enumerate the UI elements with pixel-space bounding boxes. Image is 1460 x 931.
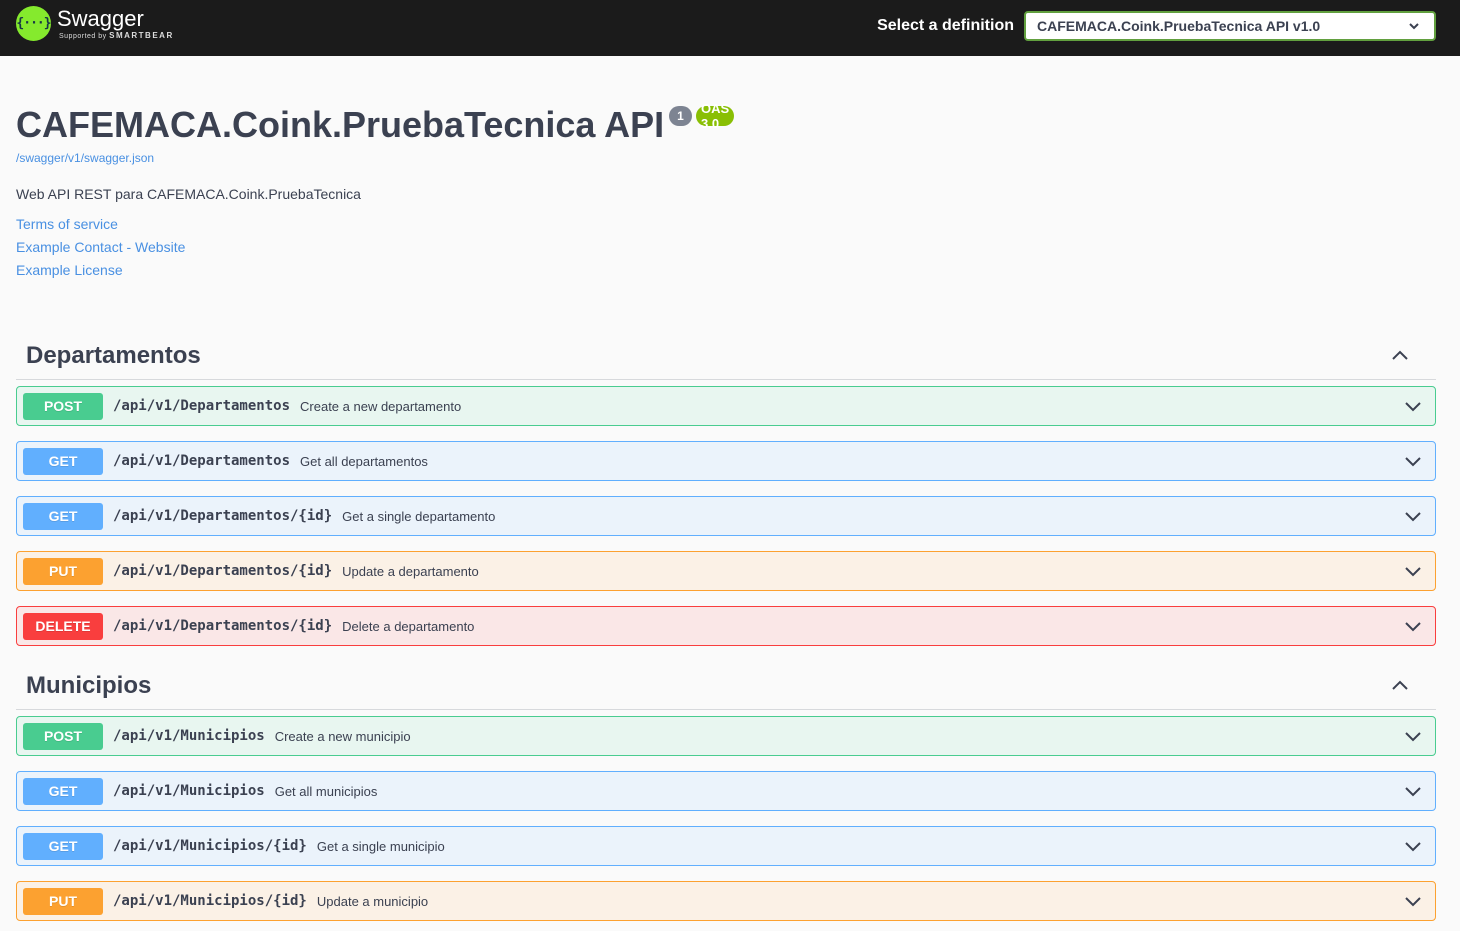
chevron-down-icon[interactable] [1403, 396, 1423, 416]
method-badge: PUT [23, 887, 103, 915]
logo-sub: Supported by SMARTBEAR [59, 31, 174, 40]
operation-path: /api/v1/Departamentos/{id} [113, 618, 333, 634]
chevron-down-icon[interactable] [1403, 616, 1423, 636]
operation-path: /api/v1/Municipios/{id} [113, 838, 307, 854]
chevron-up-icon[interactable] [1390, 676, 1410, 696]
swagger-logo-icon: {···} [16, 6, 52, 41]
operation-post-departamentos[interactable]: POST /api/v1/Departamentos Create a new … [16, 386, 1436, 426]
logo-sub-prefix: Supported by [59, 33, 107, 40]
chevron-down-icon[interactable] [1403, 836, 1423, 856]
operation-summary: Update a municipio [316, 893, 429, 909]
definition-select-value: CAFEMACA.Coink.PruebaTecnica API v1.0 [1037, 18, 1321, 34]
tag-municipios[interactable]: Municipios [16, 668, 1436, 710]
tag-title: Departamentos [26, 342, 201, 369]
operation-post-municipios[interactable]: POST /api/v1/Municipios Create a new mun… [16, 716, 1436, 756]
method-badge: PUT [23, 557, 103, 585]
chevron-down-icon[interactable] [1403, 891, 1423, 911]
method-badge: GET [23, 777, 103, 805]
chevron-down-icon[interactable] [1403, 726, 1423, 746]
api-description: Web API REST para CAFEMACA.Coink.PruebaT… [16, 186, 361, 202]
operation-summary: Delete a departamento [342, 618, 475, 634]
chevron-up-icon[interactable] [1390, 346, 1410, 366]
operation-summary: Get all departamentos [300, 453, 428, 469]
method-badge: POST [23, 722, 103, 750]
operation-get-municipios[interactable]: GET /api/v1/Municipios Get all municipio… [16, 771, 1436, 811]
logo-sub-brand: SMARTBEAR [109, 31, 174, 40]
spec-url-link[interactable]: /swagger/v1/swagger.json [16, 151, 154, 165]
method-badge: GET [23, 832, 103, 860]
operation-get-departamento-by-id[interactable]: GET /api/v1/Departamentos/{id} Get a sin… [16, 496, 1436, 536]
operation-path: /api/v1/Municipios/{id} [113, 893, 307, 909]
api-title: CAFEMACA.Coink.PruebaTecnica API [16, 104, 665, 145]
operation-delete-departamento[interactable]: DELETE /api/v1/Departamentos/{id} Delete… [16, 606, 1436, 646]
method-badge: DELETE [23, 612, 103, 640]
method-badge: GET [23, 502, 103, 530]
chevron-down-icon[interactable] [1403, 781, 1423, 801]
contact-website-link[interactable]: Example Contact - Website [16, 239, 185, 255]
chevron-down-icon[interactable] [1403, 561, 1423, 581]
operation-get-municipio-by-id[interactable]: GET /api/v1/Municipios/{id} Get a single… [16, 826, 1436, 866]
operation-get-departamentos[interactable]: GET /api/v1/Departamentos Get all depart… [16, 441, 1436, 481]
operation-summary: Update a departamento [342, 563, 479, 579]
chevron-down-icon[interactable] [1403, 451, 1423, 471]
topbar: {···} Swagger Supported by SMARTBEAR Sel… [0, 0, 1460, 56]
tag-title: Municipios [26, 672, 152, 699]
operation-put-departamento[interactable]: PUT /api/v1/Departamentos/{id} Update a … [16, 551, 1436, 591]
method-badge: POST [23, 392, 103, 420]
method-badge: GET [23, 447, 103, 475]
operation-path: /api/v1/Departamentos [113, 453, 291, 469]
chevron-down-icon[interactable] [1403, 506, 1423, 526]
version-badge: 1 [669, 106, 692, 126]
license-link[interactable]: Example License [16, 262, 123, 278]
swagger-logo[interactable]: {···} Swagger Supported by SMARTBEAR [16, 6, 174, 41]
operation-path: /api/v1/Departamentos [113, 398, 291, 414]
operation-path: /api/v1/Departamentos/{id} [113, 508, 333, 524]
operation-summary: Get a single municipio [316, 838, 445, 854]
oas-badge: OAS 3.0 [696, 101, 735, 131]
terms-of-service-link[interactable]: Terms of service [16, 216, 118, 232]
chevron-down-icon [1409, 23, 1419, 30]
select-definition-label: Select a definition [877, 17, 1014, 34]
definition-select[interactable]: CAFEMACA.Coink.PruebaTecnica API v1.0 [1024, 11, 1436, 41]
operation-summary: Get all municipios [274, 783, 378, 799]
operation-summary: Get a single departamento [342, 508, 496, 524]
operation-summary: Create a new municipio [274, 728, 411, 744]
operation-path: /api/v1/Municipios [113, 728, 265, 744]
tag-departamentos[interactable]: Departamentos [16, 338, 1436, 380]
api-info: CAFEMACA.Coink.PruebaTecnica API 1 OAS 3… [16, 101, 735, 278]
operation-summary: Create a new departamento [300, 398, 462, 414]
operation-path: /api/v1/Departamentos/{id} [113, 563, 333, 579]
logo-name: Swagger [57, 6, 144, 31]
operation-path: /api/v1/Municipios [113, 783, 265, 799]
operation-put-municipio[interactable]: PUT /api/v1/Municipios/{id} Update a mun… [16, 881, 1436, 921]
